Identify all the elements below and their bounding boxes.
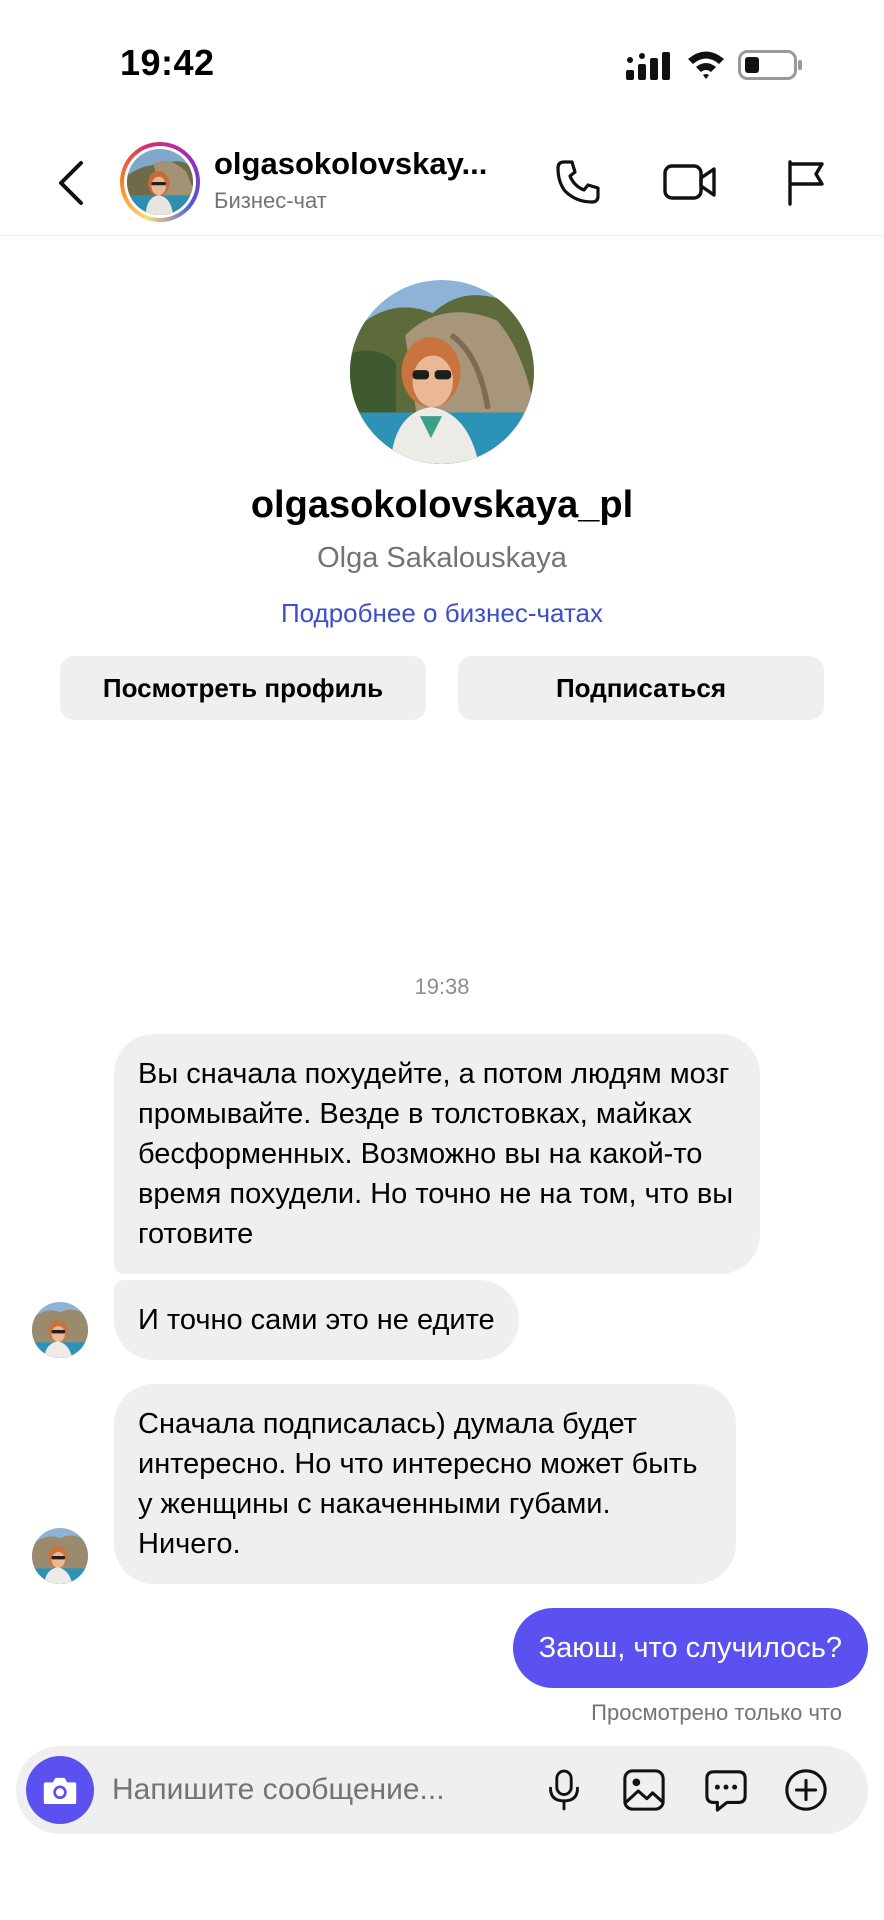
- sticker-button[interactable]: [700, 1764, 752, 1816]
- status-bar: 19:42: [0, 0, 884, 130]
- profile-full-name: Olga Sakalouskaya: [317, 542, 567, 574]
- message-bubble-incoming[interactable]: И точно сами это не едите: [114, 1280, 519, 1360]
- follow-button[interactable]: Подписаться: [458, 656, 824, 720]
- message-composer: [16, 1746, 868, 1834]
- gallery-button[interactable]: [618, 1764, 670, 1816]
- header-avatar[interactable]: [120, 142, 200, 222]
- business-chat-info-link[interactable]: Подробнее о бизнес-чатах: [0, 598, 884, 629]
- chat-header: olgasokolovskay... Бизнес-чат: [0, 130, 884, 236]
- message-input[interactable]: [112, 1762, 442, 1818]
- video-call-button[interactable]: [662, 154, 718, 210]
- view-profile-button[interactable]: Посмотреть профиль: [60, 656, 426, 720]
- message-bubble-outgoing[interactable]: Заюш, что случилось?: [512, 1608, 868, 1688]
- status-time: 19:42: [120, 42, 215, 83]
- plus-circle-icon: [785, 1769, 827, 1811]
- profile-avatar[interactable]: [350, 280, 534, 464]
- video-camera-icon: [663, 164, 716, 200]
- flag-icon: [788, 160, 824, 206]
- message-bubble-incoming[interactable]: Сначала подписалась) думала будет интере…: [114, 1384, 736, 1584]
- sticker-chat-icon: [705, 1770, 747, 1812]
- seen-status: Просмотрено только что: [591, 1700, 842, 1725]
- back-arrow-icon: [59, 161, 83, 205]
- camera-button[interactable]: [26, 1756, 94, 1824]
- camera-icon: [43, 1777, 77, 1804]
- voice-message-button[interactable]: [538, 1764, 590, 1816]
- phone-icon: [556, 160, 600, 204]
- avatar-image: [127, 149, 193, 215]
- profile-username: olgasokolovskaya_pl: [250, 484, 634, 526]
- chat-timestamp: 19:38: [414, 974, 470, 999]
- more-options-button[interactable]: [780, 1764, 832, 1816]
- sender-avatar[interactable]: [32, 1528, 88, 1584]
- message-bubble-incoming[interactable]: Вы сначала похудейте, а потом людям мозг…: [114, 1034, 760, 1274]
- sender-avatar[interactable]: [32, 1302, 88, 1358]
- header-username[interactable]: olgasokolovskay...: [214, 146, 504, 182]
- image-icon: [623, 1769, 665, 1811]
- battery-icon: [738, 50, 804, 80]
- wifi-icon: [686, 48, 726, 80]
- audio-call-button[interactable]: [550, 154, 606, 210]
- report-button[interactable]: [778, 154, 834, 210]
- header-subtitle: Бизнес-чат: [214, 188, 327, 213]
- cellular-signal-icon: [626, 52, 672, 80]
- back-button[interactable]: [48, 156, 96, 210]
- microphone-icon: [549, 1769, 579, 1811]
